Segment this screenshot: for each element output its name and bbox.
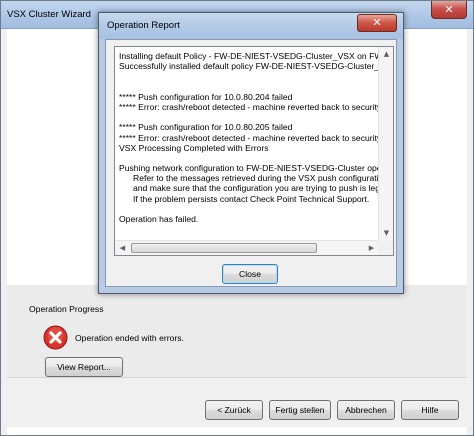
progress-area: Operation Progress Operation ended with … — [7, 285, 467, 377]
scroll-down-icon[interactable]: ▼ — [379, 226, 393, 241]
close-button[interactable]: Close — [222, 264, 278, 284]
report-line: and make sure that the configuration you… — [133, 183, 380, 194]
report-line — [119, 204, 381, 214]
back-button[interactable]: < Zurück — [205, 400, 263, 420]
cancel-button[interactable]: Abbrechen — [337, 400, 395, 420]
progress-group-title: Operation Progress — [29, 304, 104, 314]
horizontal-scrollbar[interactable]: ◀ ▶ — [115, 240, 379, 255]
horizontal-scroll-thumb[interactable] — [131, 243, 317, 253]
dialog-body: Installing default Policy - FW-DE-NIEST-… — [105, 39, 397, 287]
report-text-area[interactable]: Installing default Policy - FW-DE-NIEST-… — [114, 46, 394, 256]
report-line — [119, 71, 381, 81]
operation-status-text: Operation ended with errors. — [75, 333, 184, 343]
scrollbar-corner — [378, 240, 393, 255]
report-text: Installing default Policy - FW-DE-NIEST-… — [119, 51, 381, 237]
report-line: If the problem persists contact Check Po… — [133, 193, 370, 204]
wizard-title: VSX Cluster Wizard — [7, 9, 91, 20]
wizard-close-button[interactable]: ✕ — [431, 1, 467, 19]
view-report-button[interactable]: View Report... — [45, 357, 123, 377]
report-line — [119, 153, 381, 163]
report-line: Operation has failed. — [119, 214, 199, 224]
scroll-left-icon[interactable]: ◀ — [115, 241, 130, 255]
finish-button[interactable]: Fertig stellen — [269, 400, 331, 420]
error-icon — [43, 325, 68, 350]
report-line: Installing default Policy - FW-DE-NIEST-… — [119, 51, 381, 61]
report-line: Pushing network configuration to FW-DE-N… — [119, 163, 381, 174]
report-line: ***** Error: crash/reboot detected - mac… — [119, 101, 381, 112]
report-line: Successfully installed default policy FW… — [119, 61, 381, 72]
dialog-title-bar[interactable]: Operation Report ✕ — [99, 13, 403, 39]
wizard-footer: < Zurück Fertig stellen Abbrechen Hilfe — [7, 377, 467, 427]
report-line: VSX Processing Completed with Errors — [119, 142, 269, 153]
operation-report-dialog: Operation Report ✕ Installing default Po… — [98, 12, 404, 294]
report-line — [119, 112, 381, 122]
report-line: ***** Error: crash/reboot detected - mac… — [119, 132, 381, 143]
report-line: ***** Push configuration for 10.0.80.204… — [119, 91, 293, 102]
help-button[interactable]: Hilfe — [401, 400, 459, 420]
dialog-close-icon[interactable]: ✕ — [357, 14, 397, 32]
vertical-scrollbar[interactable]: ▲ ▼ — [378, 47, 393, 241]
report-line — [119, 82, 381, 92]
report-line: ***** Push configuration for 10.0.80.205… — [119, 122, 293, 133]
report-line: Refer to the messages retrieved during t… — [133, 173, 379, 184]
scroll-up-icon[interactable]: ▲ — [379, 47, 393, 62]
operation-progress-group: Operation Progress Operation ended with … — [15, 295, 307, 377]
dialog-title: Operation Report — [107, 20, 180, 31]
scroll-right-icon[interactable]: ▶ — [364, 241, 379, 255]
